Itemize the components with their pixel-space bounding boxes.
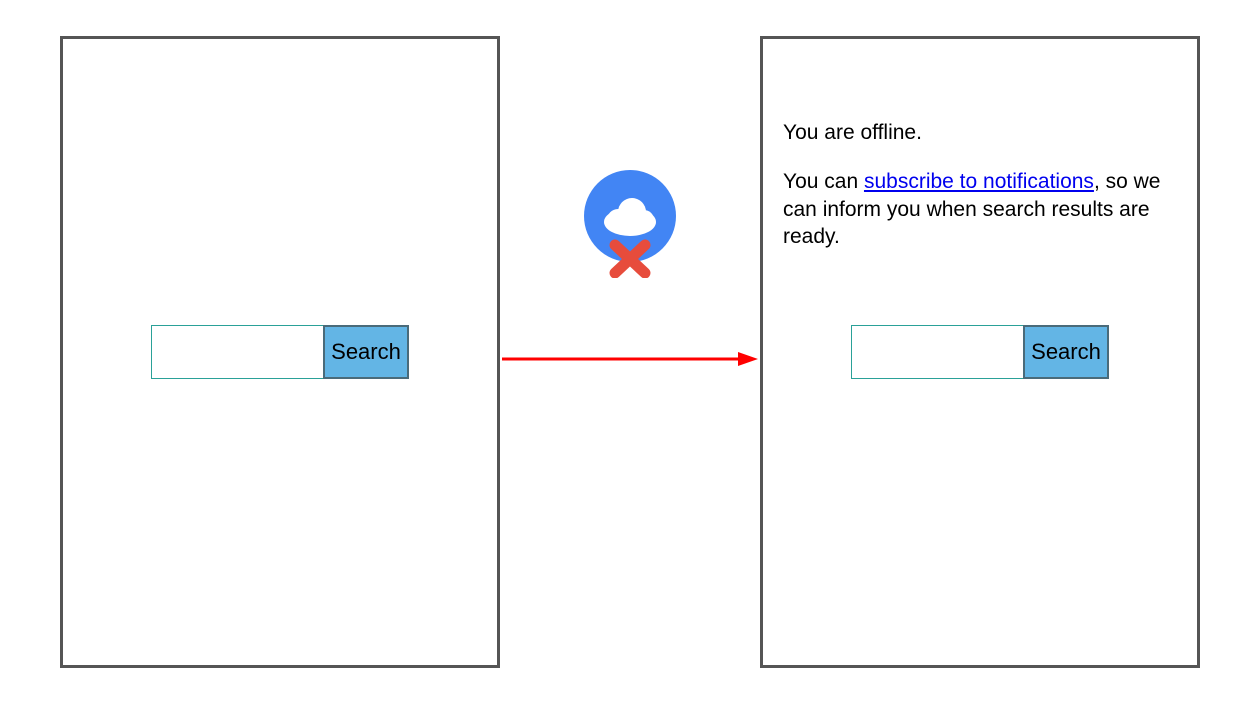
subscribe-notifications-link[interactable]: subscribe to notifications xyxy=(864,170,1094,193)
offline-line2-prefix: You can xyxy=(783,170,864,193)
panel-after: You are offline. You can subscribe to no… xyxy=(760,36,1200,668)
search-button[interactable]: Search xyxy=(1023,325,1109,379)
search-input[interactable] xyxy=(851,325,1023,379)
search-group-left: Search xyxy=(151,325,409,379)
search-button[interactable]: Search xyxy=(323,325,409,379)
cloud-offline-icon xyxy=(582,170,678,278)
search-group-right: Search xyxy=(851,325,1109,379)
arrow-right-icon xyxy=(502,352,758,366)
offline-line2: You can subscribe to notifications, so w… xyxy=(783,168,1177,250)
panel-before: Search xyxy=(60,36,500,668)
search-input[interactable] xyxy=(151,325,323,379)
offline-message: You are offline. You can subscribe to no… xyxy=(783,119,1177,272)
offline-line1: You are offline. xyxy=(783,119,1177,146)
